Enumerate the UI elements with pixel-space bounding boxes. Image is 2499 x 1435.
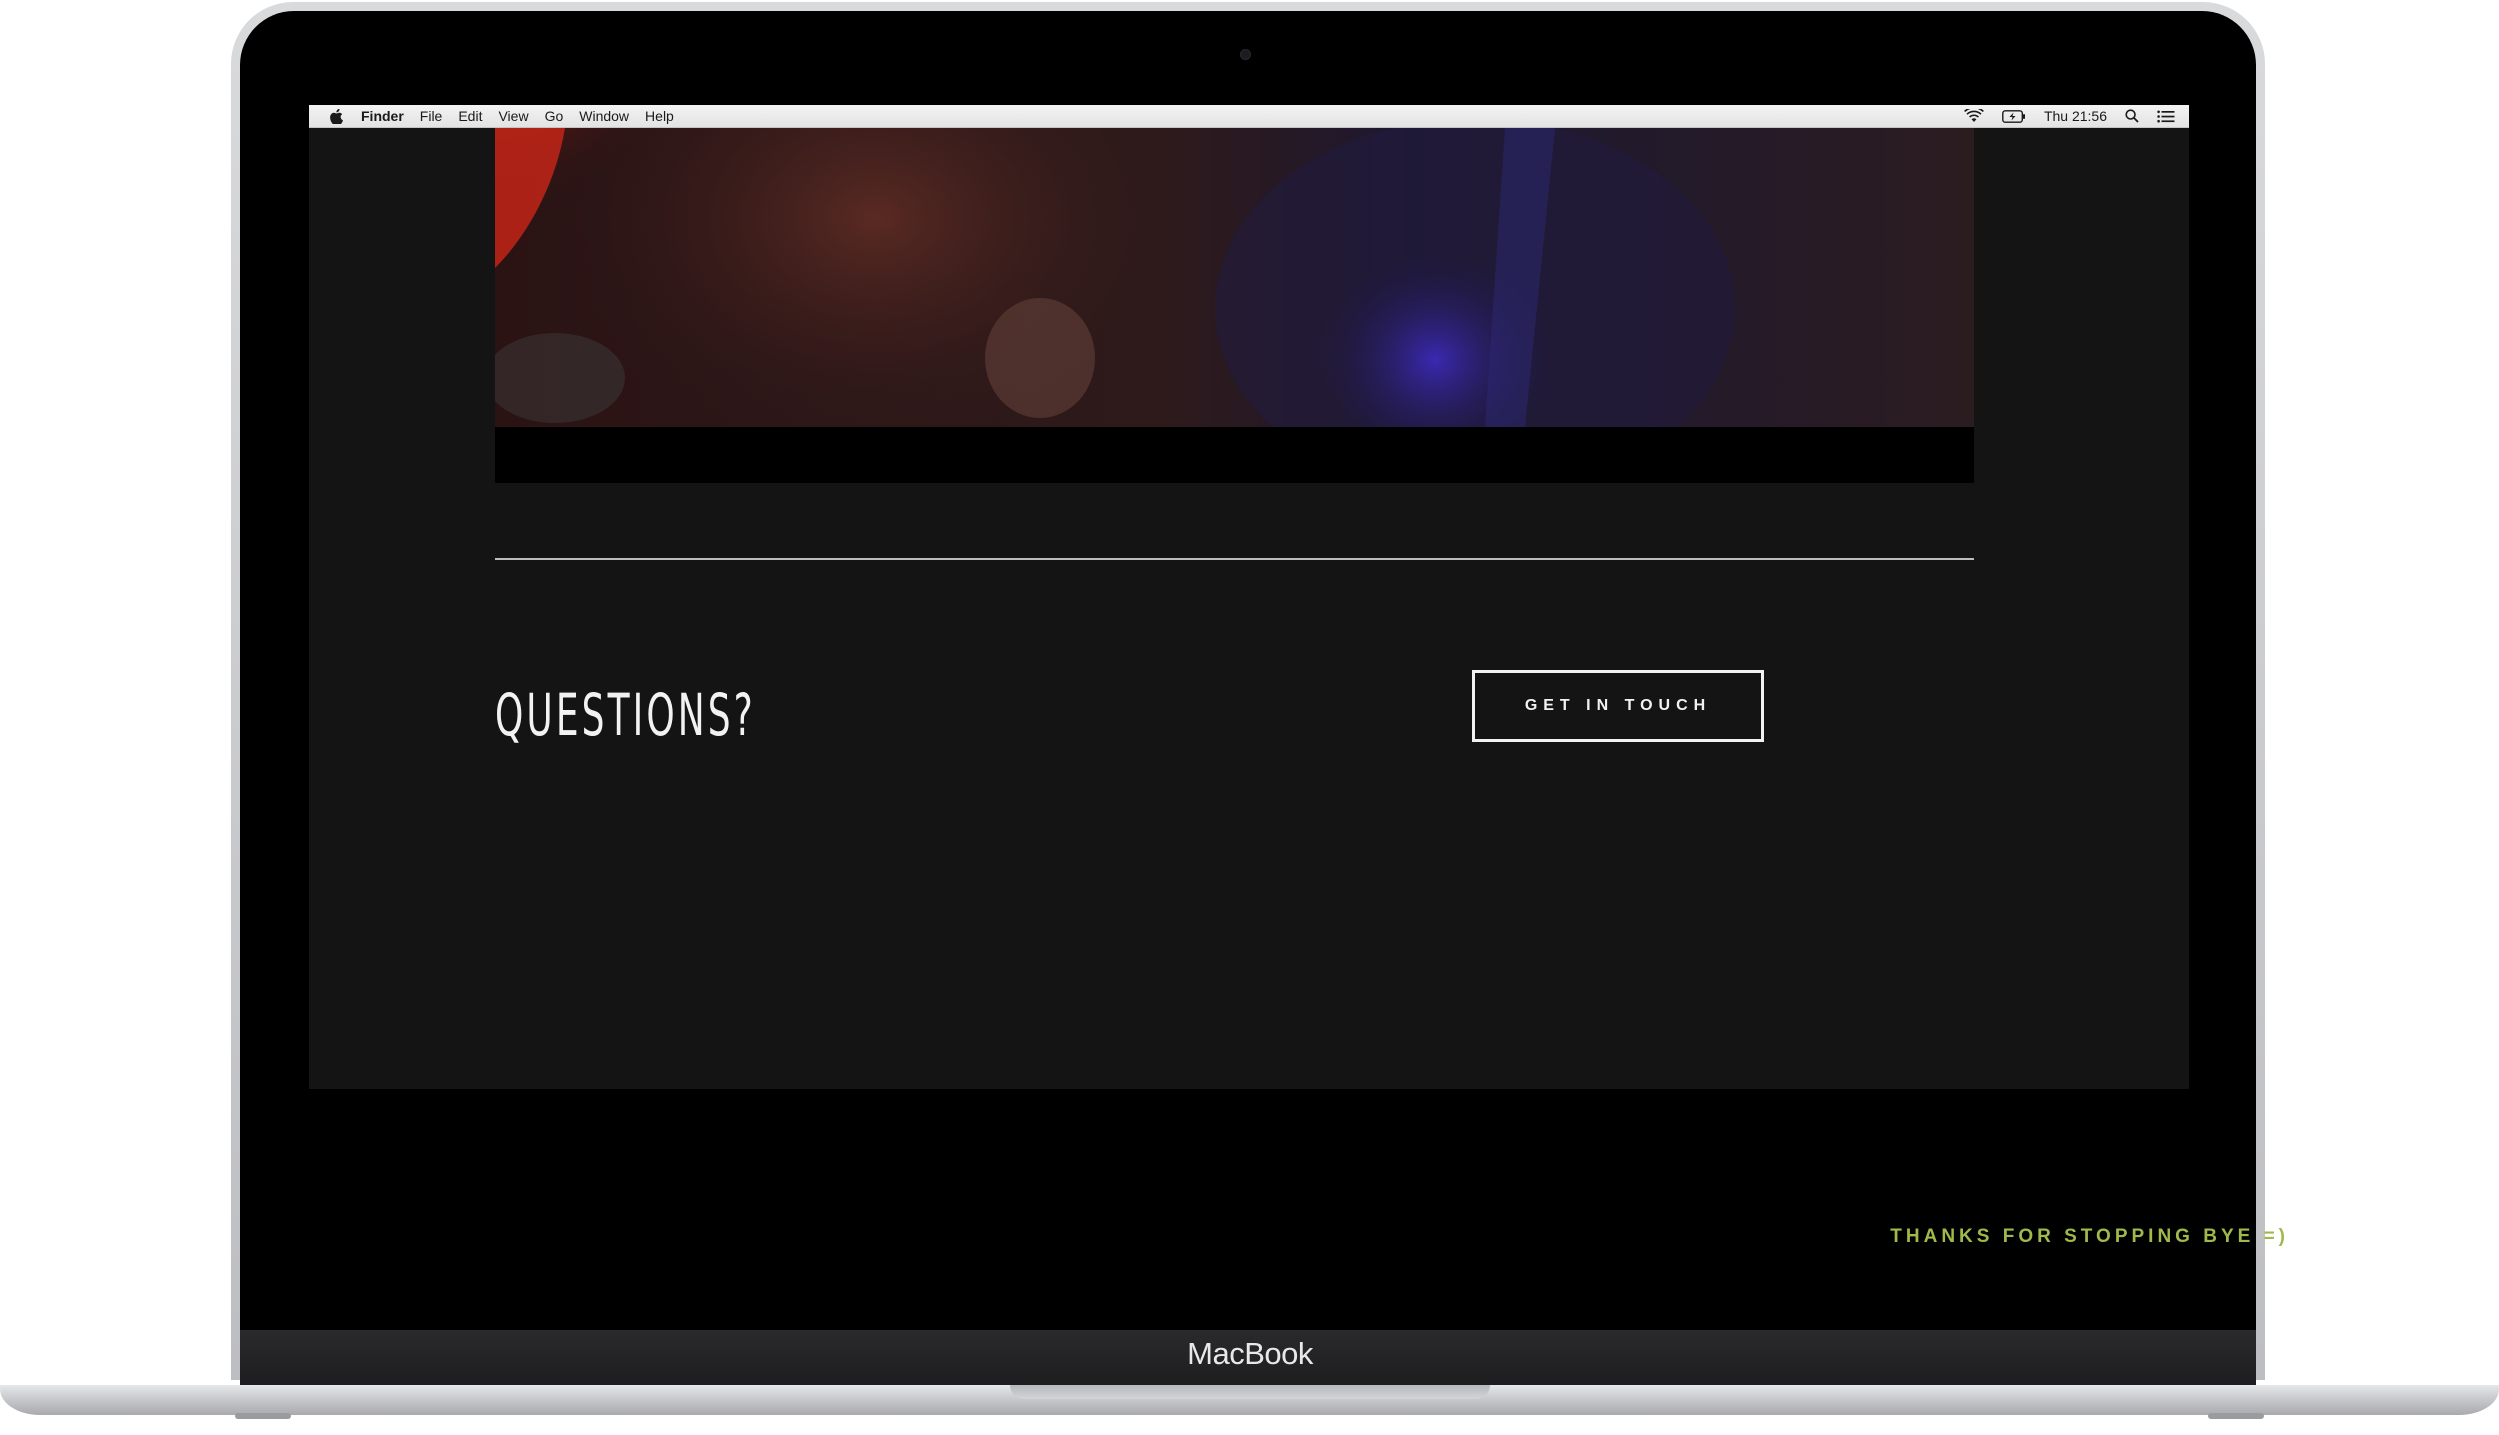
menu-item-window[interactable]: Window [579,108,629,124]
menu-app-name[interactable]: Finder [361,108,404,124]
laptop-base-notch [1010,1385,1490,1399]
get-in-touch-button[interactable]: GET IN TOUCH [1472,670,1764,742]
menu-item-view[interactable]: View [498,108,528,124]
device-brand-label: MacBook [1187,1336,1313,1371]
menu-item-go[interactable]: Go [545,108,564,124]
screen: Finder File Edit View Go Window Help Thu… [309,105,2189,1089]
laptop-foot-right [2208,1413,2264,1419]
concert-image [495,128,1974,427]
footer-thanks-text: THANKS FOR STOPPING BYE =) [1890,1226,2289,1247]
laptop-foot-left [235,1413,291,1419]
questions-heading: QUESTIONS? [495,681,756,749]
wifi-icon[interactable] [1963,109,1984,123]
video-block[interactable] [495,128,1974,483]
section-divider [495,558,1974,560]
notification-center-icon[interactable] [2157,110,2175,123]
macbook-mockup: Finder File Edit View Go Window Help Thu… [0,0,2499,1435]
menu-item-help[interactable]: Help [645,108,674,124]
camera-icon [1240,49,1251,60]
battery-icon[interactable] [2002,109,2026,123]
status-area: Thu 21:56 [1963,105,2175,127]
menu-item-edit[interactable]: Edit [458,108,482,124]
menu-item-file[interactable]: File [420,108,443,124]
menu-bar: Finder File Edit View Go Window Help Thu… [309,105,2189,128]
apple-icon[interactable] [329,108,343,124]
spotlight-search-icon[interactable] [2125,109,2139,123]
footer-band [240,1089,2256,1330]
clock[interactable]: Thu 21:56 [2044,108,2107,124]
